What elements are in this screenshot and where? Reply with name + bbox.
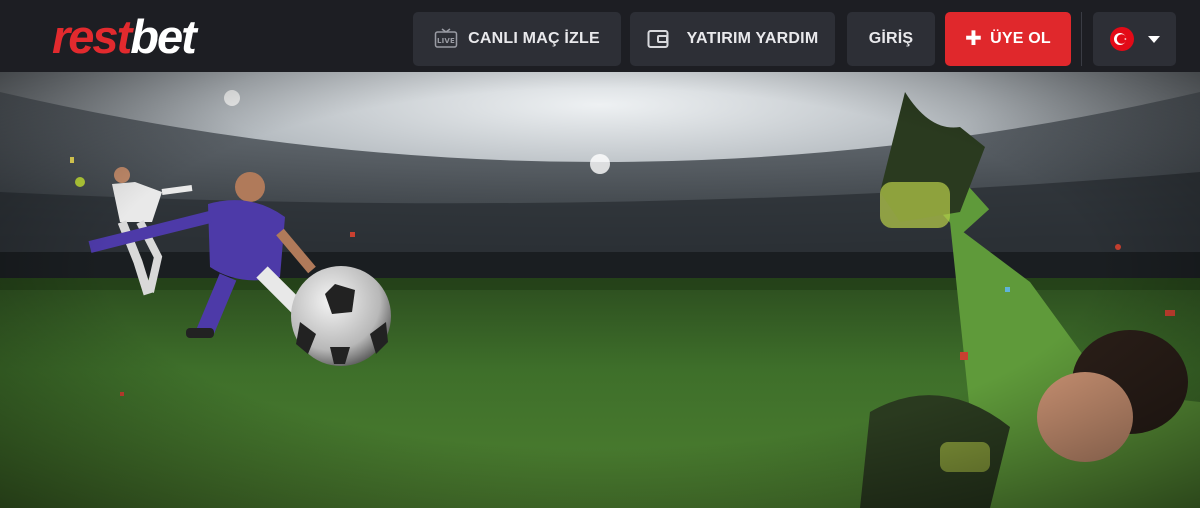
register-button[interactable]: ✚ ÜYE OL <box>945 12 1071 66</box>
top-navbar: restbet LIVE CANLI MAÇ İZLE YATIRIM YARD… <box>0 0 1200 72</box>
svg-text:LIVE: LIVE <box>437 37 455 45</box>
language-selector[interactable] <box>1093 12 1176 66</box>
hero-banner <box>0 72 1200 508</box>
deposit-help-button[interactable]: YATIRIM YARDIM <box>630 12 835 66</box>
login-label: GİRİŞ <box>868 30 914 47</box>
register-label: ÜYE OL <box>990 30 1051 47</box>
nav-divider <box>1081 12 1082 66</box>
turkey-flag-icon <box>1109 27 1134 51</box>
live-tv-icon: LIVE <box>434 28 458 50</box>
wallet-icon <box>647 29 669 49</box>
live-match-button[interactable]: LIVE CANLI MAÇ İZLE <box>413 12 621 66</box>
plus-icon: ✚ <box>965 28 983 50</box>
hero-illustration <box>0 72 1200 508</box>
login-button[interactable]: GİRİŞ <box>847 12 935 66</box>
restbet-logo[interactable]: restbet <box>52 13 197 60</box>
deposit-help-label: YATIRIM YARDIM <box>686 30 819 47</box>
live-match-label: CANLI MAÇ İZLE <box>468 30 600 47</box>
caret-down-icon <box>1147 35 1160 43</box>
